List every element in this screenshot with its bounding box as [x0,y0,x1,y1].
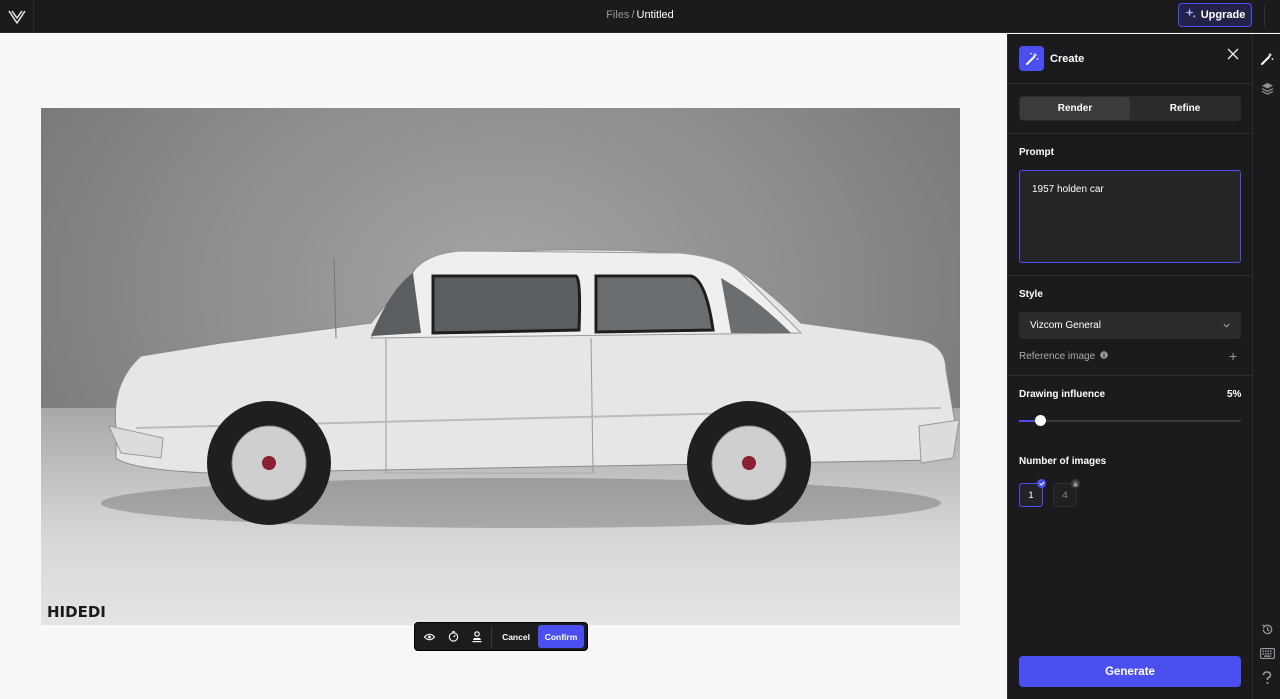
add-reference-image-button[interactable]: + [1229,349,1237,363]
upgrade-button[interactable]: Upgrade [1178,3,1252,27]
rendered-image[interactable]: HIDEDI [41,108,960,625]
topbar-divider [1264,6,1265,26]
prompt-input[interactable] [1019,170,1241,263]
slider-thumb[interactable] [1034,415,1046,426]
style-select-value: Vizcom General [1030,320,1101,331]
help-icon[interactable] [1259,670,1275,686]
drawing-influence-slider[interactable] [1019,415,1241,427]
canvas-area[interactable]: HIDEDI [0,34,1007,699]
create-panel: Create Render Refine Prompt Style Vizcom… [1007,34,1253,699]
breadcrumb-separator: / [631,9,635,21]
mode-tabs: Render Refine [1019,96,1241,121]
panel-title: Create [1050,53,1085,65]
number-of-images-label: Number of images [1019,456,1107,467]
image-action-toolbar: Cancel Confirm [414,622,588,651]
panel-header: Create [1008,34,1253,84]
image-count-label: 4 [1062,489,1068,501]
breadcrumb-files[interactable]: Files [606,9,629,21]
image-count-label: 1 [1028,489,1034,501]
image-count-option-1[interactable]: 1 [1019,479,1046,507]
drawing-influence-value: 5% [1227,389,1242,400]
check-icon [1037,479,1046,488]
eye-icon[interactable] [417,625,441,649]
stamp-icon[interactable] [465,625,489,649]
image-watermark: HIDEDI [47,603,106,621]
keyboard-icon[interactable] [1259,645,1275,661]
divider [1008,275,1253,276]
style-label: Style [1019,289,1043,300]
breadcrumb: Files / Untitled [0,9,1280,21]
car-illustration [101,249,960,528]
magic-wand-icon[interactable] [1259,51,1275,67]
sparkle-icon [1184,8,1196,22]
magic-wand-icon [1019,46,1044,71]
toolbar-divider [491,625,492,648]
prompt-label: Prompt [1019,147,1054,158]
timer-icon[interactable] [441,625,465,649]
cancel-button[interactable]: Cancel [494,625,538,648]
style-select[interactable]: Vizcom General [1019,312,1241,339]
slider-track [1019,420,1241,422]
image-count-option-4[interactable]: 4 [1053,479,1080,507]
close-icon[interactable] [1226,47,1240,61]
info-icon[interactable] [1100,351,1108,362]
layers-icon[interactable] [1259,80,1275,96]
document-title[interactable]: Untitled [637,9,674,21]
drawing-influence-label: Drawing influence [1019,389,1106,400]
reference-image-label: Reference image [1019,351,1096,362]
tab-render[interactable]: Render [1020,97,1130,120]
lock-icon [1071,479,1080,488]
confirm-button[interactable]: Confirm [538,625,584,648]
tab-refine[interactable]: Refine [1130,97,1240,120]
chevron-down-icon [1223,320,1230,331]
reference-image-row: Reference image [1019,351,1108,362]
divider [1008,375,1253,376]
history-icon[interactable] [1259,621,1275,637]
upgrade-label: Upgrade [1200,9,1246,21]
tool-rail [1252,34,1280,699]
divider [1008,133,1253,134]
top-bar: Files / Untitled Upgrade [0,0,1280,33]
generate-button[interactable]: Generate [1019,656,1241,687]
